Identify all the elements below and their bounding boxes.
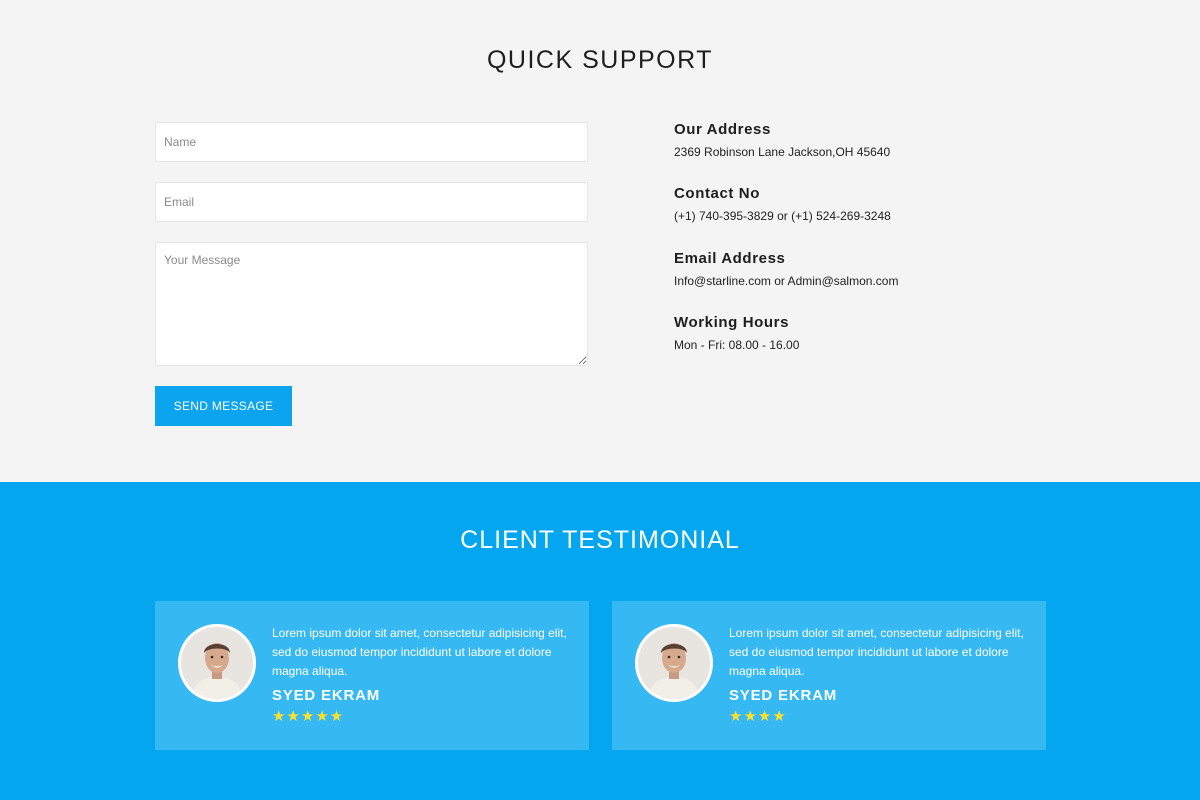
testimonial-card: Lorem ipsum dolor sit amet, consectetur … [155, 601, 589, 750]
email-input[interactable] [155, 182, 588, 222]
contact-info-value: Mon - Fri: 08.00 - 16.00 [674, 338, 800, 352]
contact-info-heading: Our Address [674, 121, 771, 138]
testimonial-author: SYED EKRAM [272, 687, 381, 704]
section-title-testimonial: CLIENT TESTIMONIAL [460, 526, 740, 554]
testimonial-section: CLIENT TESTIMONIAL Lorem ipsum dolor sit… [0, 482, 1200, 800]
rating-stars: ★★★★ [729, 708, 787, 725]
contact-info-value: (+1) 740-395-3829 or (+1) 524-269-3248 [674, 209, 891, 223]
contact-info-email: Email Address Info@starline.com or Admin… [674, 250, 1094, 288]
contact-info-heading: Email Address [674, 250, 786, 267]
quick-support-section: QUICK SUPPORT SEND MESSAGE Our Address 2… [0, 0, 1200, 482]
contact-info-hours: Working Hours Mon - Fri: 08.00 - 16.00 [674, 314, 1094, 352]
section-title-quick-support: QUICK SUPPORT [486, 46, 714, 74]
testimonial-author: SYED EKRAM [729, 687, 838, 704]
contact-info-address: Our Address 2369 Robinson Lane Jackson,O… [674, 121, 1094, 159]
send-message-button[interactable]: SEND MESSAGE [155, 386, 292, 426]
avatar [635, 624, 713, 702]
testimonial-quote: Lorem ipsum dolor sit amet, consectetur … [272, 626, 567, 678]
avatar-photo [181, 627, 253, 699]
avatar [178, 624, 256, 702]
rating-stars: ★★★★★ [272, 708, 345, 725]
testimonial-card: Lorem ipsum dolor sit amet, consectetur … [612, 601, 1046, 750]
testimonial-quote: Lorem ipsum dolor sit amet, consectetur … [729, 626, 1024, 678]
contact-info-heading: Working Hours [674, 314, 790, 331]
name-input[interactable] [155, 122, 588, 162]
contact-info-value: 2369 Robinson Lane Jackson,OH 45640 [674, 145, 891, 159]
contact-info-value: Info@starline.com or Admin@salmon.com [674, 274, 899, 288]
message-textarea[interactable] [155, 242, 588, 366]
contact-info-heading: Contact No [674, 185, 760, 202]
contact-info-phone: Contact No (+1) 740-395-3829 or (+1) 524… [674, 185, 1094, 223]
avatar-photo [638, 627, 710, 699]
